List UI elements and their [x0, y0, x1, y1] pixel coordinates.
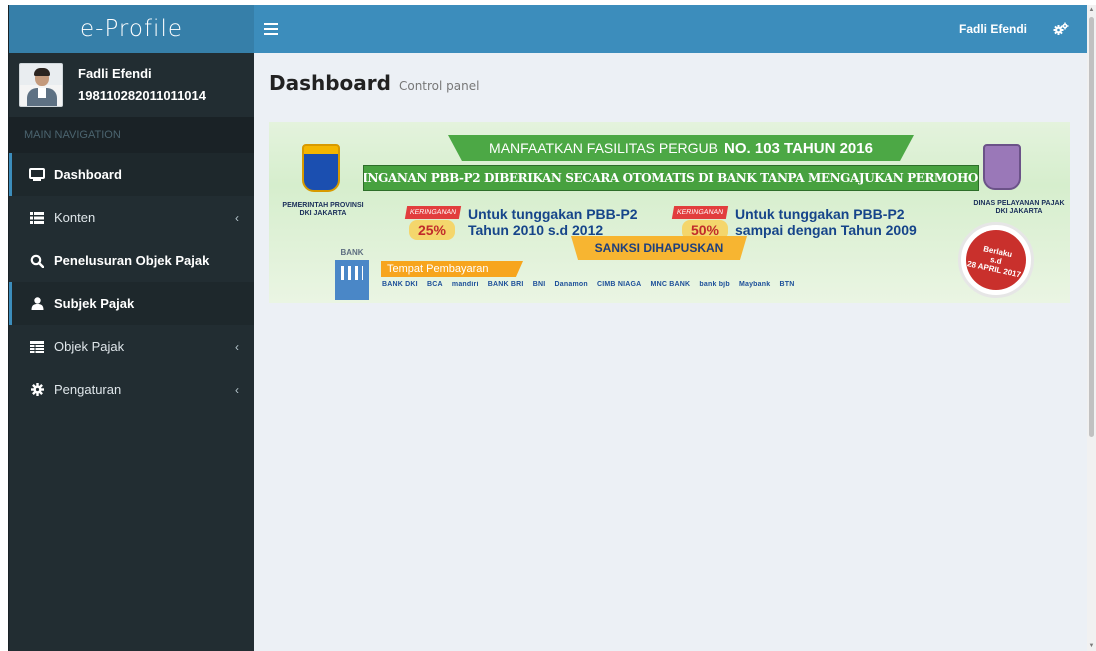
page-title: Dashboard — [269, 71, 391, 95]
sidebar-item-subjek-pajak[interactable]: Subjek Pajak — [9, 282, 254, 325]
banner-headline: MANFAATKAN FASILITAS PERGUB NO. 103 TAHU… — [448, 135, 914, 161]
sidebar-item-label: Penelusuran Objek Pajak — [54, 253, 210, 268]
monitor-icon — [29, 167, 45, 183]
info-banner: MANFAATKAN FASILITAS PERGUB NO. 103 TAHU… — [269, 122, 1070, 303]
app-logo[interactable]: e-Profile — [9, 5, 254, 53]
sidebar-item-label: Pengaturan — [54, 382, 122, 397]
discount-tag: KERINGANAN — [404, 206, 462, 219]
chevron-left-icon: ‹ — [235, 339, 239, 354]
sidebar-item-konten[interactable]: Konten ‹ — [9, 196, 254, 239]
bank-logos: BANK DKI BCA mandiri BANK BRI BNI Danamo… — [382, 281, 958, 293]
scroll-up-icon[interactable]: ▲ — [1088, 6, 1095, 14]
dki-jakarta-emblem-icon — [302, 144, 340, 192]
top-navbar: Fadli Efendi — [254, 5, 1087, 53]
banner-headline-prefix: MANFAATKAN FASILITAS PERGUB — [489, 140, 719, 156]
page-scrollbar[interactable]: ▲ ▼ — [1087, 5, 1096, 651]
bank-logo: Maybank — [738, 281, 771, 288]
user-panel: Fadli Efendi 198110282011011014 — [9, 53, 254, 117]
list-icon — [29, 210, 45, 226]
bank-logo: BCA — [426, 281, 443, 288]
bank-logo: MNC BANK — [650, 281, 691, 288]
sidebar-item-penelusuran[interactable]: Penelusuran Objek Pajak — [9, 239, 254, 282]
user-name: Fadli Efendi — [78, 66, 152, 81]
discount-tag: KERINGANAN — [671, 206, 729, 219]
sidebar-item-label: Subjek Pajak — [54, 296, 135, 311]
content-header: Dashboard Control panel — [254, 53, 1087, 103]
sanksi-ribbon: SANKSI DIHAPUSKAN — [571, 236, 747, 260]
avatar — [19, 63, 63, 107]
bank-logo: CIMB NIAGA — [597, 281, 642, 288]
dinas-pajak-emblem-icon — [983, 144, 1021, 190]
discount-line: Untuk tunggakan PBB-P2 — [468, 206, 638, 222]
user-info: Fadli Efendi 198110282011011014 — [78, 65, 206, 105]
bank-logo: Danamon — [554, 281, 588, 288]
bank-label: BANK — [340, 248, 364, 257]
user-id: 198110282011011014 — [78, 88, 206, 103]
banner-headline-bold: NO. 103 TAHUN 2016 — [724, 139, 873, 157]
bank-logo: BNI — [532, 281, 546, 288]
app-root: e-Profile Fadli Efendi 19811028201101101… — [0, 0, 1096, 651]
bank-building-icon: BANK — [331, 248, 373, 300]
scroll-down-icon[interactable]: ▼ — [1088, 642, 1095, 650]
banner-caption-right: DINAS PELAYANAN PAJAK DKI JAKARTA — [973, 200, 1065, 215]
table-icon — [29, 339, 45, 355]
user-icon — [29, 296, 45, 312]
cogs-icon[interactable] — [1053, 22, 1069, 36]
discount-description: Untuk tunggakan PBB-P2 sampai dengan Tah… — [735, 206, 917, 238]
sidebar-item-dashboard[interactable]: Dashboard — [9, 153, 254, 196]
chevron-left-icon: ‹ — [235, 210, 239, 225]
search-icon — [29, 253, 45, 269]
bank-logo: bank bjb — [699, 281, 730, 288]
bank-logo: BTN — [779, 281, 795, 288]
sidebar-item-label: Dashboard — [54, 167, 122, 182]
bank-logo: mandiri — [451, 281, 479, 288]
main-content: Fadli Efendi Dashboard Control panel MAN… — [254, 5, 1087, 651]
nav-header: MAIN NAVIGATION — [9, 117, 254, 153]
banner-caption-left: PEMERINTAH PROVINSI DKI JAKARTA — [282, 202, 364, 217]
deadline-stamp: Berlaku s.d 28 APRIL 2017 — [958, 222, 1034, 298]
sidebar-item-label: Konten — [54, 210, 96, 225]
payment-place-label: Tempat Pembayaran — [381, 261, 523, 277]
sidebar: e-Profile Fadli Efendi 19811028201101101… — [8, 5, 254, 651]
page-subtitle: Control panel — [398, 79, 480, 93]
bank-logo: BANK DKI — [382, 281, 418, 288]
discount-percent: 25% — [409, 220, 455, 240]
bank-logo: BANK BRI — [487, 281, 524, 288]
sidebar-item-objek-pajak[interactable]: Objek Pajak ‹ — [9, 325, 254, 368]
sidebar-item-label: Objek Pajak — [54, 339, 125, 354]
sidebar-item-pengaturan[interactable]: Pengaturan ‹ — [9, 368, 254, 411]
discount-line: sampai dengan Tahun 2009 — [735, 222, 917, 238]
scrollbar-thumb[interactable] — [1089, 17, 1094, 437]
banner-subheadline: "KERINGANAN PBB-P2 DIBERIKAN SECARA OTOM… — [363, 165, 979, 191]
menu-toggle-icon[interactable] — [264, 23, 278, 35]
discount-line: Tahun 2010 s.d 2012 — [468, 222, 604, 238]
discount-line: Untuk tunggakan PBB-P2 — [735, 206, 905, 222]
chevron-left-icon: ‹ — [235, 382, 239, 397]
discount-description: Untuk tunggakan PBB-P2 Tahun 2010 s.d 20… — [468, 206, 638, 238]
topbar-user-menu[interactable]: Fadli Efendi — [959, 22, 1027, 36]
gear-icon — [29, 382, 45, 398]
